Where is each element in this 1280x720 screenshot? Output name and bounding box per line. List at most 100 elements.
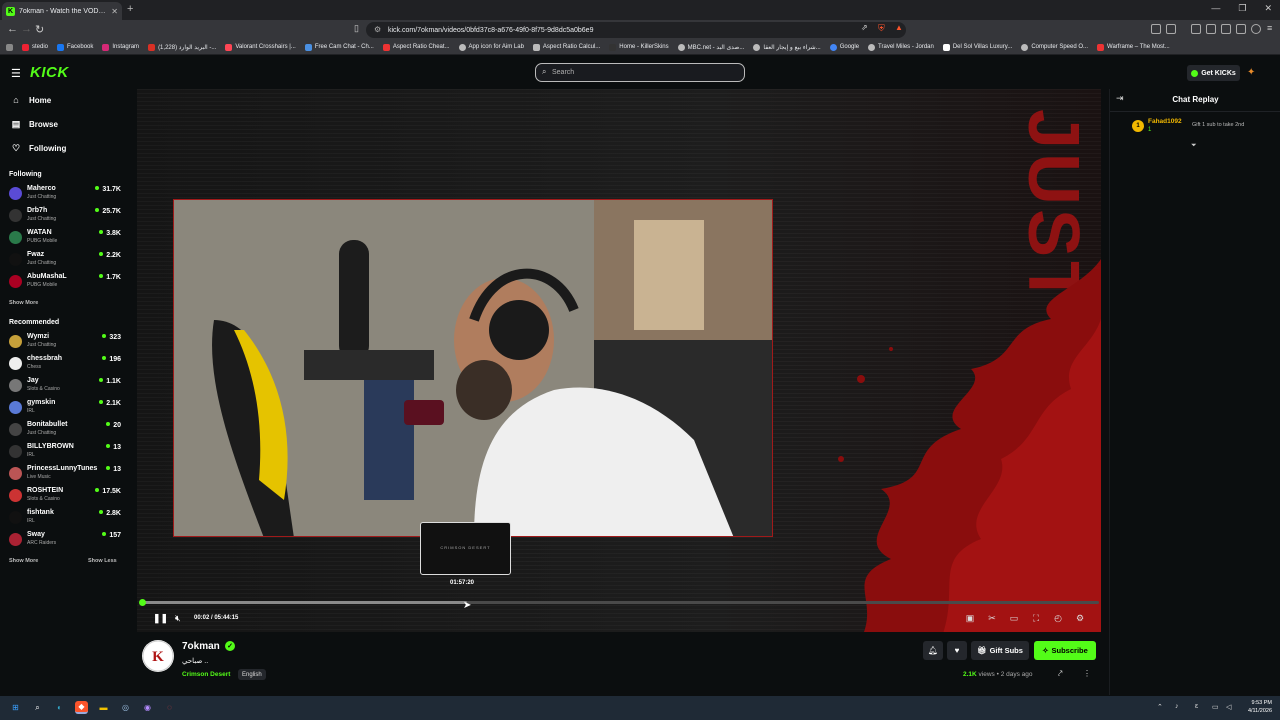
new-tab-icon[interactable]: + (127, 3, 133, 15)
app-icon[interactable]: ◌ (163, 701, 176, 714)
share-icon[interactable]: ⤤ (1058, 669, 1063, 679)
network-icon[interactable]: ▭ (1212, 703, 1219, 711)
sidebar-icon[interactable] (1191, 24, 1201, 34)
sidebar-item-following[interactable]: ♡ Following (11, 143, 66, 154)
bookmark-item[interactable]: (1,228) البريد الوارد -... (148, 43, 216, 51)
sidebar-channel-item[interactable]: Bonitabullet Just Chatting 20 (9, 420, 121, 440)
miniplayer-icon[interactable]: ▣ (964, 613, 976, 624)
bookmark-item[interactable]: Facebook (57, 43, 93, 51)
sidebar-channel-item[interactable]: PrincessLunnyTunes Live Music 13 (9, 464, 121, 484)
sidebar-channel-item[interactable]: Fwaz Just Chatting 2.2K (9, 250, 121, 270)
back-icon[interactable]: ← (7, 23, 18, 35)
shield-icon[interactable] (1251, 24, 1261, 34)
bookmark-item[interactable]: Home - KillerSkins (609, 43, 669, 51)
extension-icon[interactable] (1151, 24, 1161, 34)
search-icon[interactable]: ⌕ (31, 701, 44, 714)
more-options-icon[interactable]: ⋮ (1083, 669, 1091, 678)
expand-leaderboard-icon[interactable]: ⏷ (1191, 142, 1197, 150)
sidebar-channel-item[interactable]: Drb7h Just Chatting 25.7K (9, 206, 121, 226)
steam-icon[interactable]: ◎ (119, 701, 132, 714)
maximize-icon[interactable]: ❐ (1238, 3, 1246, 14)
show-less-button[interactable]: Show Less (88, 558, 117, 564)
sidebar-channel-item[interactable]: Maherco Just Chatting 31.7K (9, 184, 121, 204)
sidebar-channel-item[interactable]: AbuMashaL PUBG Mobile 1.7K (9, 272, 121, 292)
mute-button[interactable]: 🔇︎ (175, 613, 181, 624)
tray-chevron-icon[interactable]: ⌃ (1157, 703, 1163, 711)
gift-leaderboard-item[interactable]: 1 Fahad1092 1 Gift 1 sub to take 2nd (1130, 118, 1278, 138)
theater-mode-icon[interactable]: ▭ (1008, 613, 1020, 624)
forward-icon[interactable]: → (21, 23, 32, 35)
bookmark-item[interactable]: Computer Speed O... (1021, 43, 1088, 51)
edge-icon[interactable]: ◐ (53, 701, 66, 714)
category-link[interactable]: Crimson Desert (182, 671, 230, 678)
sidebar-channel-item[interactable]: BILLYBROWN IRL 13 (9, 442, 121, 462)
user-avatar-icon[interactable]: ✦ (1247, 67, 1255, 78)
bookmark-icon[interactable]: ▯ (354, 23, 359, 34)
show-more-following-button[interactable]: Show More (9, 300, 38, 306)
bookmark-item[interactable]: MBC.net - صدى البد... (677, 43, 744, 51)
bookmark-item[interactable]: Del Sol Villas Luxury... (942, 43, 1012, 51)
sidebar-channel-item[interactable]: ROSHTEIN Slots & Casino 17.5K (9, 486, 121, 506)
minimize-icon[interactable]: — (1211, 3, 1220, 14)
brave-shields-icon[interactable]: ⛨ (878, 23, 885, 34)
discord-icon[interactable]: ◉ (141, 701, 154, 714)
follow-button[interactable]: ♥ (947, 641, 967, 660)
get-kicks-button[interactable]: Get KICKs (1187, 65, 1240, 81)
bookmark-item[interactable]: Free Cam Chat - Ch... (304, 43, 374, 51)
brave-rewards-icon[interactable]: ▲ (895, 23, 903, 32)
microphone-icon[interactable]: ♪ (1175, 703, 1179, 710)
bookmark-item[interactable]: شراء بيع و إيجار العقا... (753, 43, 821, 51)
channel-avatar[interactable]: K (142, 640, 174, 672)
url-field[interactable]: ⚙ kick.com/7okman/videos/0bfd37c8-a676-4… (366, 22, 906, 38)
bookmark-item[interactable]: Valorant Crosshairs |... (225, 43, 296, 51)
bookmark-item[interactable]: Warframe – The Most... (1097, 43, 1170, 51)
brave-browser-icon[interactable]: ◆ (75, 701, 88, 714)
site-info-icon[interactable]: ⚙ (374, 25, 381, 34)
bookmark-item[interactable]: Instagram (102, 43, 139, 51)
language-icon[interactable]: ε (1195, 703, 1198, 710)
sidebar-channel-item[interactable]: chessbrah Chess 196 (9, 354, 121, 374)
bookmark-item[interactable]: Aspect Ratio Cheat... (382, 43, 450, 51)
notification-bell-button[interactable]: 🔔︎ (923, 641, 943, 660)
reload-icon[interactable]: ↻ (35, 23, 44, 36)
sidebar-channel-item[interactable]: gymskin IRL 2.1K (9, 398, 121, 418)
video-player[interactable]: JUST CHATTIN CRIMSON DESERT (137, 89, 1101, 632)
language-tag[interactable]: English (238, 669, 266, 680)
bookmark-item[interactable]: stedio (22, 43, 48, 51)
sidebar-channel-item[interactable]: fishtank IRL 2.8K (9, 508, 121, 528)
sidebar-item-home[interactable]: ⌂ Home (11, 95, 51, 105)
sidebar-channel-item[interactable]: Wymzi Just Chatting 323 (9, 332, 121, 352)
browser-tab[interactable]: K 7okman - Watch the VOD on Ki... ✕ (2, 2, 122, 20)
vpn-icon[interactable] (1236, 24, 1246, 34)
sidebar-channel-item[interactable]: WATAN PUBG Mobile 3.8K (9, 228, 121, 248)
sidebar-icon[interactable] (1206, 24, 1216, 34)
file-explorer-icon[interactable]: ▬ (97, 701, 110, 714)
menu-icon[interactable]: ≡ (1267, 23, 1272, 33)
share-page-icon[interactable]: ⇗ (861, 23, 868, 32)
sidebar-item-browse[interactable]: ▤ Browse (11, 119, 58, 130)
kick-logo[interactable]: KICK (30, 64, 69, 81)
show-more-recommended-button[interactable]: Show More (9, 558, 38, 564)
windows-start-icon[interactable]: ⊞ (9, 701, 22, 714)
apps-icon[interactable] (6, 43, 13, 51)
subscribe-button[interactable]: ✧ Subscribe (1034, 641, 1096, 660)
volume-icon[interactable]: ◁ (1226, 703, 1231, 711)
system-clock[interactable]: 9:53 PM 4/11/2026 (1248, 699, 1272, 715)
sidebar-channel-item[interactable]: Sway ARC Raiders 157 (9, 530, 121, 550)
channel-name[interactable]: 7okman (182, 641, 220, 652)
close-tab-icon[interactable]: ✕ (111, 7, 118, 16)
bookmark-item[interactable]: App icon for Aim Lab (458, 43, 524, 51)
bookmark-item[interactable]: Aspect Ratio Calcul... (532, 43, 600, 51)
pause-button[interactable]: ❚❚ (153, 613, 168, 624)
seek-bar[interactable] (139, 599, 1099, 606)
bookmark-item[interactable]: Travel Miles - Jordan (868, 43, 934, 51)
settings-gear-icon[interactable]: ⚙ (1074, 613, 1086, 624)
fullscreen-icon[interactable]: ⛶ (1030, 613, 1042, 624)
bookmark-item[interactable]: Google (829, 43, 859, 51)
sidebar-channel-item[interactable]: Jay Slots & Casino 1.1K (9, 376, 121, 396)
wallet-icon[interactable] (1221, 24, 1231, 34)
search-input[interactable]: ⌕ Search (535, 63, 745, 82)
close-window-icon[interactable]: ✕ (1264, 3, 1272, 14)
clip-icon[interactable]: ✂ (986, 613, 998, 624)
hamburger-menu-icon[interactable]: ☰ (11, 67, 21, 80)
